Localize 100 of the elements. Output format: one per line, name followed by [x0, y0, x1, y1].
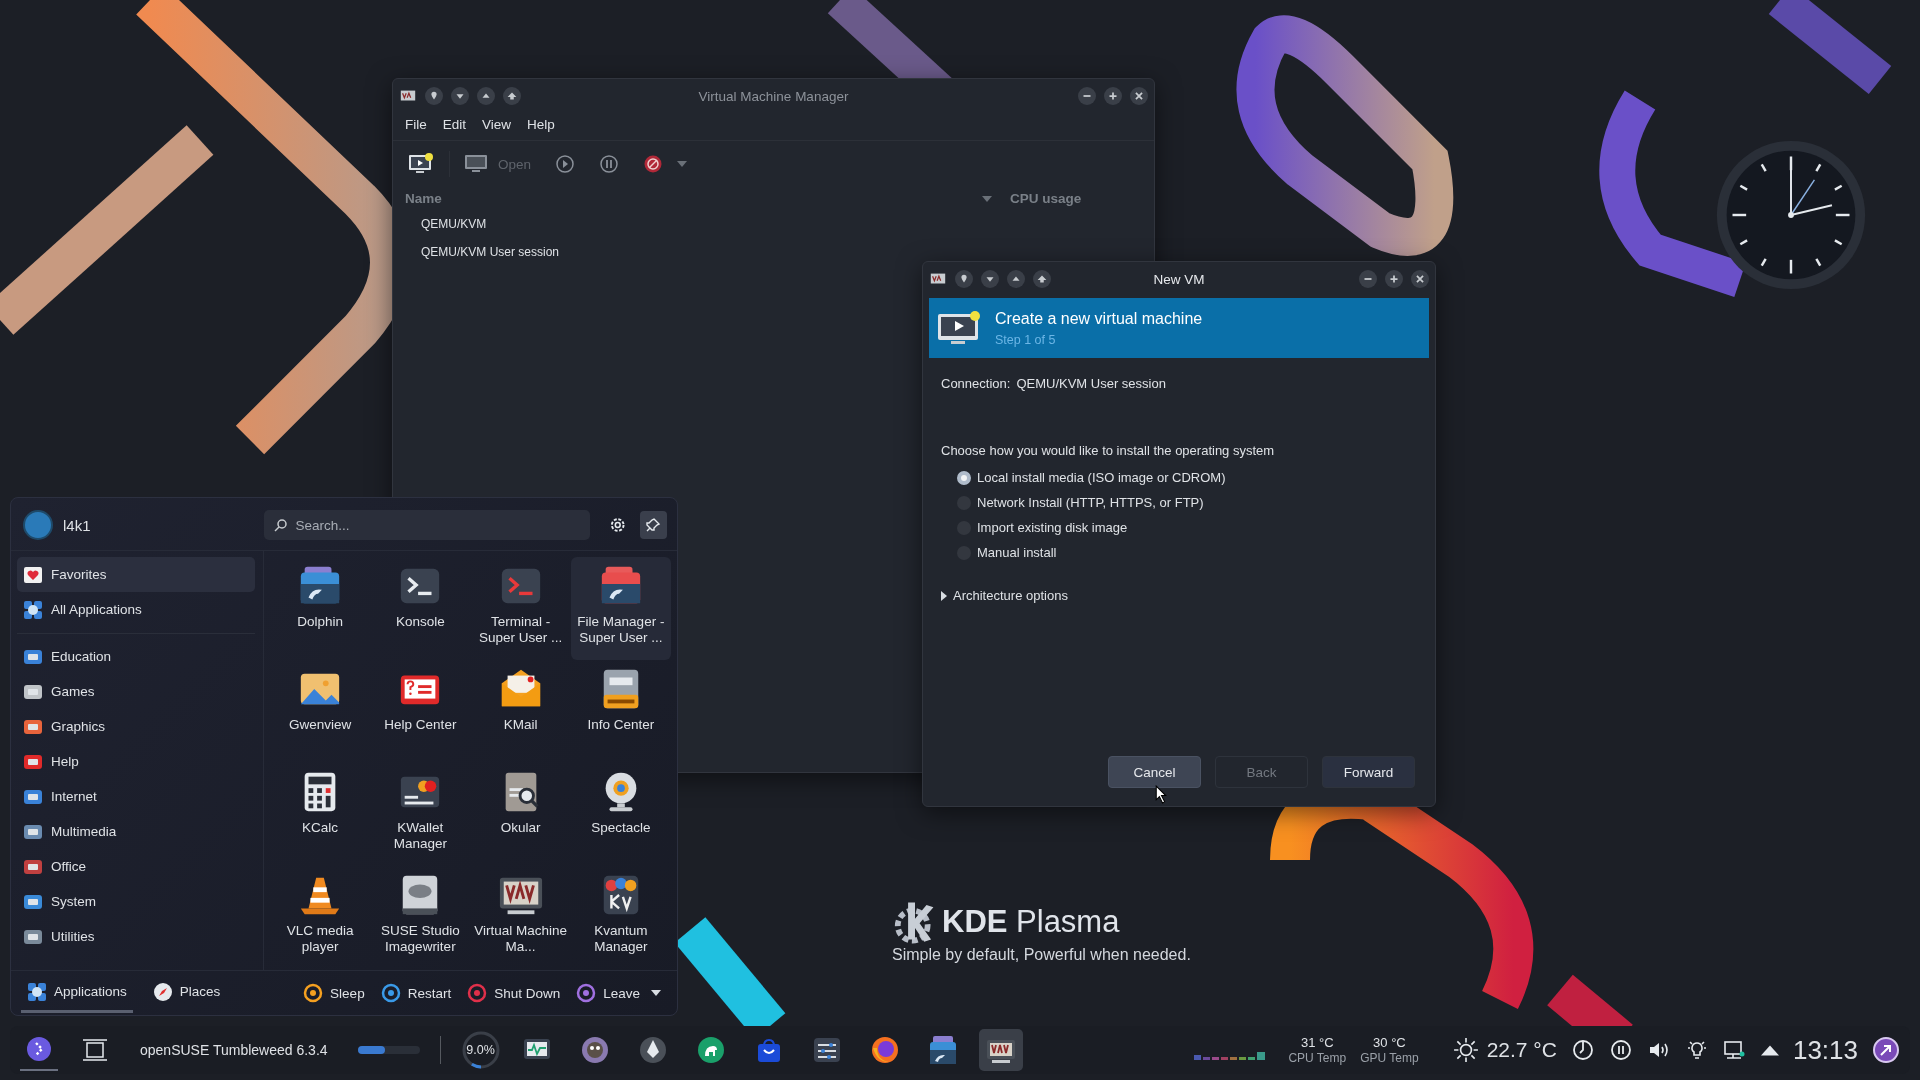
app-tile[interactable]: KMail	[470, 660, 571, 763]
shade-button[interactable]	[451, 87, 469, 105]
menu-item[interactable]: View	[482, 117, 512, 132]
connection-row[interactable]: QEMU/KVM	[393, 210, 1154, 238]
pause-icon[interactable]	[1608, 1038, 1633, 1062]
app-tile[interactable]: Gwenview	[270, 660, 371, 763]
timer-icon[interactable]	[1570, 1038, 1595, 1062]
close-button[interactable]	[1411, 270, 1429, 288]
header-title: Create a new virtual machine	[995, 309, 1203, 328]
window-title: New VM	[1153, 271, 1205, 287]
radio-option[interactable]: Import existing disk image	[957, 520, 1417, 535]
network-icon[interactable]	[1722, 1038, 1747, 1062]
clock-time[interactable]: 13:13	[1792, 1034, 1858, 1066]
sensor-label: CPU Temp	[1288, 1050, 1347, 1065]
app-tile[interactable]: Spectacle	[570, 763, 671, 866]
column-header[interactable]: CPU usage	[1010, 191, 1142, 206]
power-button[interactable]: Leave	[570, 973, 667, 1013]
sort-caret-icon[interactable]	[982, 195, 992, 202]
keep-above-others-button[interactable]	[503, 87, 521, 105]
power-button[interactable]: Sleep	[297, 973, 371, 1013]
app-tile[interactable]: Okular	[470, 763, 571, 866]
radio-option[interactable]: Manual install	[957, 545, 1417, 560]
new-vm-icon	[937, 310, 981, 346]
app-tile[interactable]: Dolphin	[270, 557, 371, 660]
expand-tray-icon[interactable]	[1760, 1044, 1779, 1056]
avatar-icon[interactable]	[23, 510, 53, 540]
pin-button[interactable]	[425, 87, 443, 105]
app-tile[interactable]: Konsole	[370, 557, 471, 660]
power-button[interactable]: Restart	[374, 973, 458, 1013]
category-item[interactable]: Office	[17, 849, 255, 884]
shade-button[interactable]	[981, 270, 999, 288]
play-icon[interactable]	[555, 154, 576, 174]
expander[interactable]: Architecture options	[941, 588, 1068, 603]
caret-right-icon	[941, 590, 947, 601]
connection-value: QEMU/KVM User session	[1016, 376, 1166, 391]
app-grid-icon	[27, 981, 47, 1002]
menu-item[interactable]: Edit	[442, 117, 467, 132]
app-tile[interactable]: Help Center	[370, 660, 471, 763]
radio-button[interactable]	[957, 470, 971, 485]
keep-above-others-button[interactable]	[1033, 270, 1051, 288]
sensor-label: GPU Temp	[1360, 1050, 1419, 1065]
category-item[interactable]: Utilities	[17, 919, 255, 954]
brand-title: KDE Plasma	[942, 905, 1120, 937]
app-tile[interactable]: Terminal - Super User ...	[470, 557, 571, 660]
launcher-tab[interactable]: Places	[146, 973, 227, 1013]
radio-option[interactable]: Local install media (ISO image or CDROM)	[957, 470, 1417, 485]
category-item[interactable]: System	[17, 884, 255, 919]
task-button[interactable]	[978, 1029, 1023, 1071]
search-field[interactable]: Search...	[263, 510, 591, 540]
app-tile[interactable]: VLC media player	[270, 866, 371, 969]
progress-bar	[357, 1046, 420, 1054]
power-button[interactable]: Shut Down	[461, 973, 567, 1013]
category-item[interactable]: Multimedia	[17, 814, 255, 849]
launcher-tab[interactable]: Applications	[21, 973, 133, 1013]
category-item[interactable]: Favorites	[17, 557, 255, 592]
connection-row[interactable]: QEMU/KVM User session	[393, 238, 1154, 266]
minimize-button[interactable]	[1078, 87, 1096, 105]
weather-temperature[interactable]: 22.7 °C	[1486, 1038, 1557, 1062]
window-title: openSUSE Tumbleweed 6.3.4	[140, 1042, 328, 1058]
app-tile[interactable]: Kvantum Manager	[570, 866, 671, 969]
dialog-button[interactable]: Forward	[1322, 756, 1415, 788]
category-item[interactable]: Help	[17, 744, 255, 779]
maximize-button[interactable]	[1104, 87, 1122, 105]
pin-button[interactable]	[639, 511, 667, 539]
keep-above-button[interactable]	[477, 87, 495, 105]
launcher-icon	[25, 1035, 53, 1063]
app-tile[interactable]: Info Center	[570, 660, 671, 763]
temperature-value: 30 °C	[1373, 1035, 1406, 1051]
app-tile[interactable]: KWallet Manager	[370, 763, 471, 866]
category-item[interactable]: All Applications	[17, 592, 255, 627]
app-tile[interactable]: File Manager - Super User ...	[570, 557, 671, 660]
maximize-button[interactable]	[1385, 270, 1403, 288]
overview-icon[interactable]	[82, 1037, 108, 1063]
category-item[interactable]: Education	[17, 639, 255, 674]
column-header[interactable]: Name	[405, 191, 982, 206]
menu-item[interactable]: File	[405, 117, 427, 132]
step-label: Step 1 of 5	[995, 332, 1057, 347]
temperature-value: 31 °C	[1300, 1035, 1334, 1051]
radio-option[interactable]: Network Install (HTTP, HTTPS, or FTP)	[957, 495, 1417, 510]
close-icon	[1132, 89, 1146, 103]
pin-button[interactable]	[955, 270, 973, 288]
category-item[interactable]: Internet	[17, 779, 255, 814]
minimize-button[interactable]	[1359, 270, 1377, 288]
sun-icon[interactable]	[1452, 1037, 1479, 1063]
dialog-button[interactable]: Cancel	[1108, 756, 1201, 788]
app-tile[interactable]: SUSE Studio Imagewriter	[370, 866, 471, 969]
new-vm-button[interactable]	[407, 152, 435, 176]
category-item[interactable]: Graphics	[17, 709, 255, 744]
user-name: l4k1	[63, 516, 91, 534]
app-tile[interactable]: KCalc	[270, 763, 371, 866]
install-prompt: Choose how you would like to install the operating system	[941, 443, 1276, 458]
app-grid-icon	[23, 599, 43, 620]
app-tile[interactable]: Virtual Machine Ma...	[470, 866, 571, 969]
window-title: Virtual Machine Manager	[698, 88, 849, 104]
caret-icon[interactable]	[677, 161, 688, 167]
menu-item[interactable]: Help	[527, 117, 555, 132]
compass-icon	[152, 981, 173, 1002]
close-button[interactable]	[1130, 87, 1148, 105]
category-item[interactable]: Games	[17, 674, 255, 709]
keep-above-button[interactable]	[1007, 270, 1025, 288]
